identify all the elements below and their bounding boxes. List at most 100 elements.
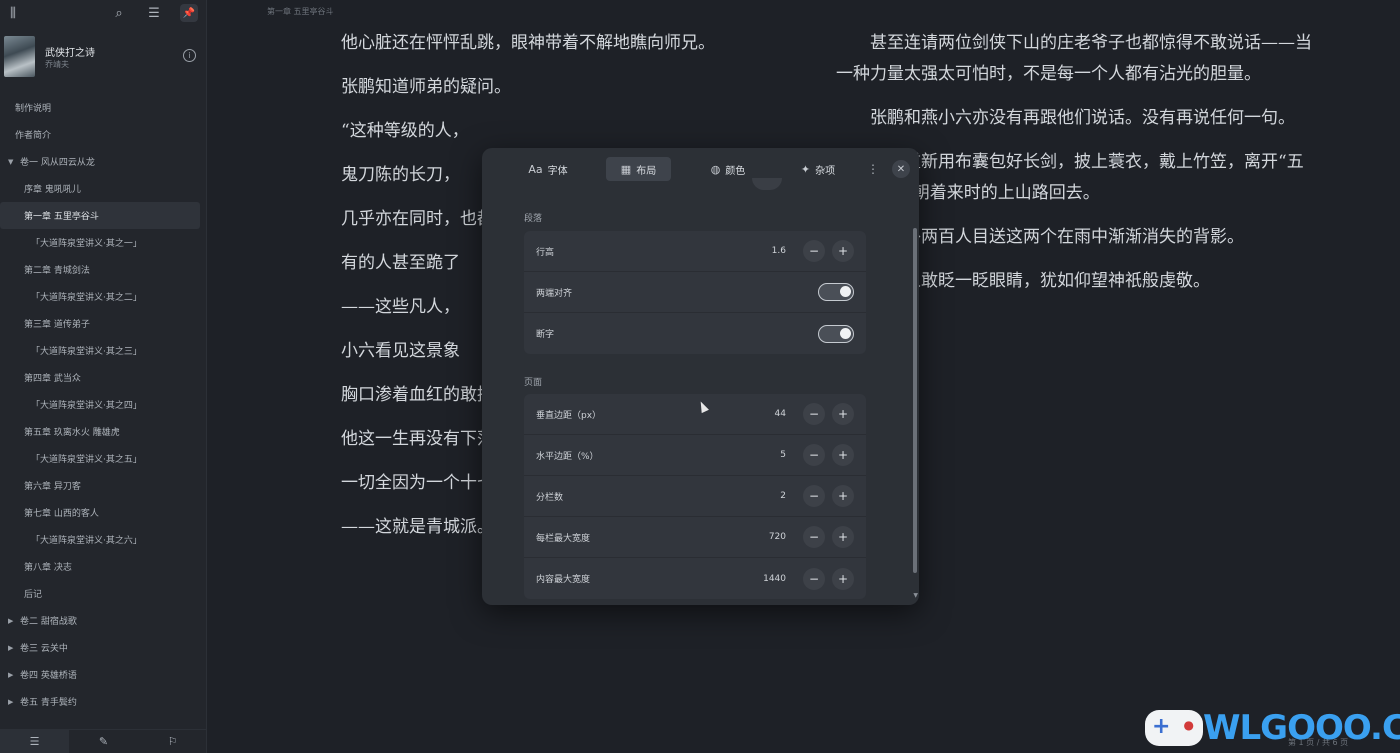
toc-volume-item[interactable]: ▶ 卷二 甜宿战歌: [0, 607, 206, 634]
book-info: 武侠打之诗 乔靖夫 i: [4, 36, 206, 78]
line-height-decrease-button[interactable]: −: [803, 240, 825, 262]
toc-item-label: 第六章 异刀客: [24, 482, 81, 492]
settings-tabs: Aa 字体 ▦ 布局 ◍ 颜色 ✦ 杂项: [482, 157, 919, 181]
vmargin-decrease-button[interactable]: −: [803, 403, 825, 425]
content-width-value: 1440: [763, 573, 786, 584]
column-width-label: 每栏最大宽度: [536, 533, 591, 544]
scroll-down-icon[interactable]: ▼: [913, 592, 918, 599]
search-icon[interactable]: ⌕: [110, 4, 128, 22]
sidebar-bottom-tabs: ☰ ✎ ⚐: [0, 729, 207, 753]
book-title: 武侠打之诗: [45, 48, 95, 59]
toc-item-label: 制作说明: [15, 104, 52, 114]
chevron-right-icon[interactable]: ▶: [8, 644, 20, 652]
toc-item-label: 序章 鬼吼吼儿: [24, 185, 81, 195]
toc-item[interactable]: 第五章 玖离水火 雕雄虎: [0, 418, 206, 445]
toc-item-label: 「大道阵泉堂讲义·其之六」: [31, 536, 142, 546]
hmargin-increase-button[interactable]: +: [832, 444, 854, 466]
hyphen-toggle[interactable]: [818, 324, 854, 343]
annotations-tab-icon[interactable]: ✎: [69, 730, 138, 753]
toc-item-label: 后记: [24, 590, 43, 600]
chevron-right-icon[interactable]: ▶: [8, 671, 20, 679]
toc-item[interactable]: 第一章 五里亭谷斗: [0, 202, 200, 229]
toc-volume-item[interactable]: ▶ 卷三 云关中: [0, 634, 206, 661]
sidebar: ⫼ ⌕ ☰ 📌 武侠打之诗 乔靖夫 i 制作说明作者简介 ▼ 卷一 风从四云从龙序章…: [0, 0, 207, 753]
layout-icon: ▦: [620, 162, 632, 176]
sidebar-toolbar: ⫼ ⌕ ☰ 📌: [0, 0, 206, 26]
toc-item[interactable]: 「大道阵泉堂讲义·其之一」: [0, 229, 206, 256]
toc-item[interactable]: 第八章 决志: [0, 553, 206, 580]
library-icon[interactable]: ⫼: [4, 4, 22, 22]
more-icon[interactable]: ⋮: [867, 162, 879, 176]
columns-decrease-button[interactable]: −: [803, 485, 825, 507]
font-icon: Aa: [528, 162, 543, 176]
toc-item[interactable]: 第四章 武当众: [0, 364, 206, 391]
toc-item[interactable]: 第二章 青城剑法: [0, 256, 206, 283]
toc-item[interactable]: 「大道阵泉堂讲义·其之四」: [0, 391, 206, 418]
pin-icon[interactable]: 📌: [180, 4, 198, 22]
table-of-contents: 制作说明作者简介 ▼ 卷一 风从四云从龙序章 鬼吼吼儿第一章 五里亭谷斗「大道阵泉堂…: [0, 94, 206, 715]
toc-volume-item[interactable]: ▶ 卷四 英雄桥语: [0, 661, 206, 688]
toc-item-label: 第一章 五里亭谷斗: [24, 212, 99, 222]
column-width-decrease-button[interactable]: −: [803, 526, 825, 548]
tab-font[interactable]: Aa 字体: [516, 157, 580, 181]
toc-item[interactable]: 第六章 异刀客: [0, 472, 206, 499]
line-height-value: 1.6: [771, 246, 786, 256]
paragraph: “这种等级的人，: [341, 121, 469, 141]
paragraph: 甚至连请两位剑侠下山的庄老爷子也都惊得不敢说话——当一种力量太强太可怕时，不是每…: [836, 33, 1312, 84]
toc-item-label: 卷二 甜宿战歌: [20, 617, 77, 627]
toc-item[interactable]: 第七章 山西的客人: [0, 499, 206, 526]
book-cover: [4, 36, 35, 77]
toc-tab-icon[interactable]: ☰: [0, 730, 69, 753]
menu-icon[interactable]: ☰: [145, 4, 163, 22]
settings-scrollbar[interactable]: [913, 228, 917, 573]
hyphen-label: 断字: [536, 330, 555, 340]
toc-item[interactable]: 作者简介: [0, 121, 206, 148]
tab-layout[interactable]: ▦ 布局: [606, 157, 671, 181]
column-width-increase-button[interactable]: +: [832, 526, 854, 548]
toc-item[interactable]: 「大道阵泉堂讲义·其之六」: [0, 526, 206, 553]
content-width-label: 内容最大宽度: [536, 575, 591, 585]
vmargin-increase-button[interactable]: +: [832, 403, 854, 425]
tab-label: 布局: [636, 165, 657, 177]
line-height-row: 行高 1.6 − +: [524, 231, 866, 272]
bookmarks-tab-icon[interactable]: ⚐: [138, 730, 207, 753]
columns-increase-button[interactable]: +: [832, 485, 854, 507]
tab-label: 字体: [547, 165, 568, 177]
column-width-row: 每栏最大宽度 720 − +: [524, 517, 866, 558]
paragraph: 张鹏和燕小六亦没有再跟他们说话。没有再说任何一句。: [870, 108, 1295, 128]
justify-toggle[interactable]: [818, 283, 854, 301]
tab-color[interactable]: ◍ 颜色: [696, 157, 760, 181]
justify-label: 两端对齐: [536, 288, 573, 299]
toc-item-label: 第五章 玖离水火 雕雄虎: [24, 428, 120, 438]
toc-item-label: 「大道阵泉堂讲义·其之五」: [31, 455, 142, 465]
hmargin-decrease-button[interactable]: −: [803, 444, 825, 466]
line-height-increase-button[interactable]: +: [832, 240, 854, 262]
toc-item[interactable]: 「大道阵泉堂讲义·其之二」: [0, 283, 206, 310]
close-icon[interactable]: ✕: [892, 160, 910, 178]
toc-item-label: 第八章 决志: [24, 563, 72, 573]
scroll-handle: [752, 178, 782, 190]
toc-item[interactable]: 后记: [0, 580, 206, 607]
vmargin-value: 44: [774, 409, 786, 419]
toc-volume-item[interactable]: ▼ 卷一 风从四云从龙: [0, 148, 206, 175]
toc-item[interactable]: 「大道阵泉堂讲义·其之三」: [0, 337, 206, 364]
toc-item-label: 第二章 青城剑法: [24, 266, 90, 276]
hmargin-row: 水平边距（%） 5 − +: [524, 435, 866, 476]
toc-volume-item[interactable]: ▶ 卷五 青手鬓约: [0, 688, 206, 715]
chevron-down-icon[interactable]: ▼: [8, 158, 20, 166]
chevron-right-icon[interactable]: ▶: [8, 698, 20, 706]
toc-item[interactable]: 制作说明: [0, 94, 206, 121]
palette-icon: ◍: [710, 162, 721, 176]
toc-item[interactable]: 序章 鬼吼吼儿: [0, 175, 206, 202]
content-width-decrease-button[interactable]: −: [803, 567, 825, 590]
toc-item-label: 第四章 武当众: [24, 374, 81, 384]
toc-item[interactable]: 第三章 道传弟子: [0, 310, 206, 337]
content-width-increase-button[interactable]: +: [832, 567, 854, 590]
chevron-right-icon[interactable]: ▶: [8, 617, 20, 625]
book-author: 乔靖夫: [45, 60, 69, 69]
paragraph: 他心脏还在怦怦乱跳，眼神带着不解地瞧向师兄。: [341, 33, 715, 53]
toc-item[interactable]: 「大道阵泉堂讲义·其之五」: [0, 445, 206, 472]
tab-misc[interactable]: ✦ 杂项: [786, 157, 850, 181]
info-icon[interactable]: i: [183, 49, 196, 62]
tab-label: 杂项: [815, 165, 836, 177]
